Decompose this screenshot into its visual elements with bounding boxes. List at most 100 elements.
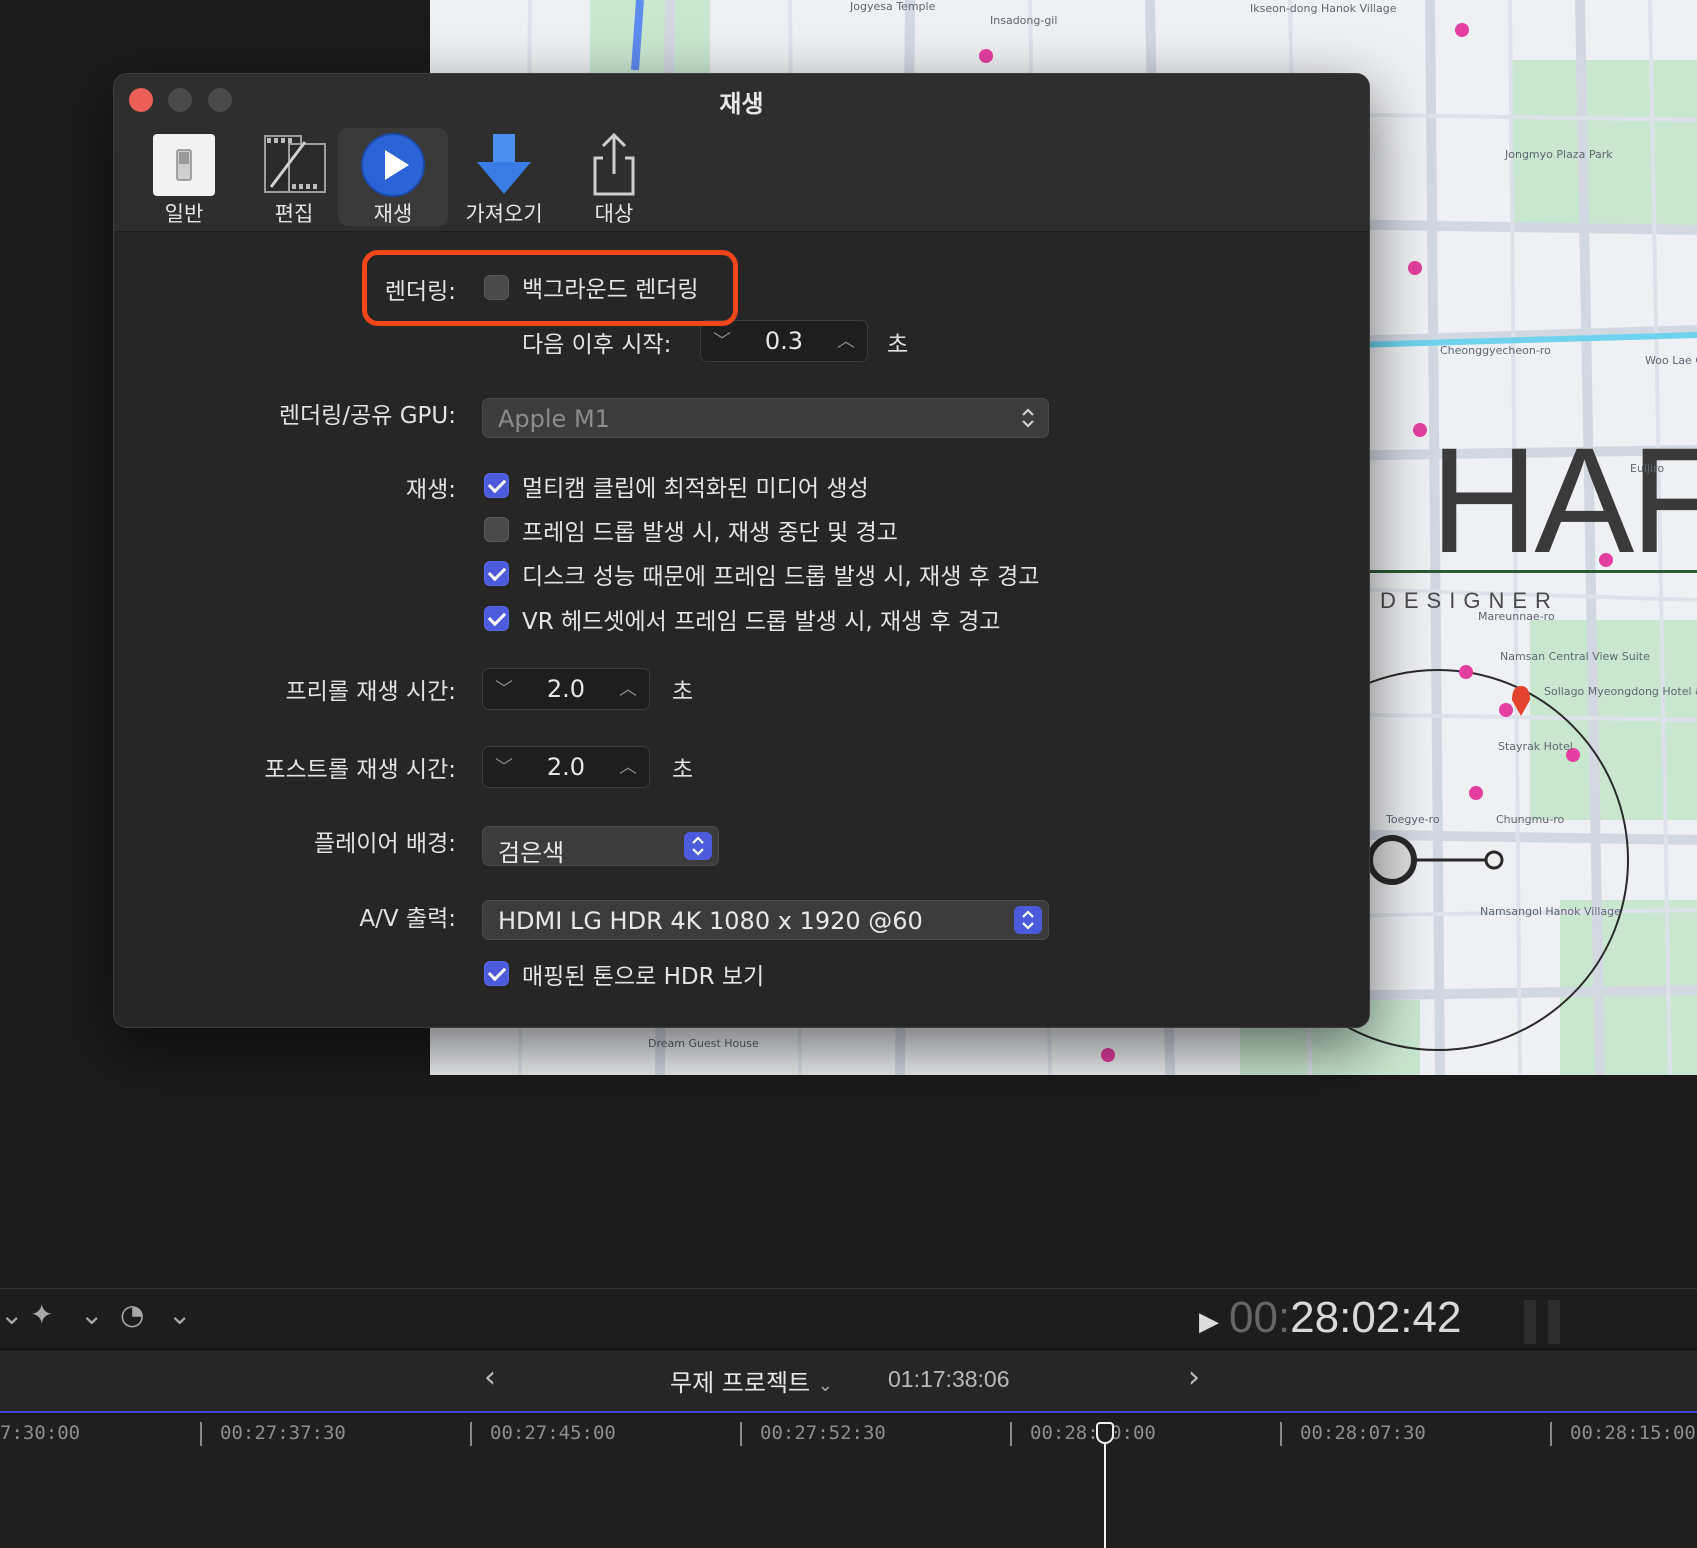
timeline-project-bar [0, 1349, 1697, 1413]
preroll-unit: 초 [672, 679, 694, 705]
stepper-up-icon[interactable]: ︿ [619, 753, 637, 779]
ruler-tick-label: 00:27:52:30 [760, 1422, 886, 1444]
map-label: Insadong-gil [990, 14, 1058, 27]
chevron-right-icon[interactable]: › [1188, 1360, 1200, 1395]
map-label: Woo Lae Oak [1645, 354, 1697, 367]
player-background-popup[interactable]: 검은색 [482, 826, 719, 867]
chevron-down-icon: ⌄ [817, 1375, 833, 1396]
start-after-stepper[interactable]: ﹀ 0.3 ︿ [700, 320, 868, 362]
map-label: Euljiro [1630, 462, 1665, 475]
ruler-tick-label: 00:28:00:00 [1030, 1422, 1156, 1444]
map-label: Jongmyo Plaza Park [1505, 148, 1613, 161]
viewer-timecode: 00:28:02:42 [1229, 1293, 1461, 1343]
chevron-down-icon[interactable]: ⌄ [80, 1298, 103, 1331]
window-title: 재생 [719, 90, 764, 118]
multicam-optimized-label: 멀티캠 클립에 최적화된 미디어 생성 [522, 476, 869, 502]
vr-drop-warn-label: VR 헤드셋에서 프레임 드롭 발생 시, 재생 후 경고 [522, 609, 1001, 635]
annotation-highlight [362, 250, 738, 326]
map-label: Chungmu-ro [1496, 813, 1565, 826]
preroll-stepper[interactable]: ﹀ 2.0 ︿ [482, 668, 650, 710]
chevron-left-icon[interactable]: ‹ [484, 1360, 496, 1395]
map-label: Sollago Myeongdong Hotel & Residence [1544, 685, 1697, 698]
preroll-label: 프리롤 재생 시간: [285, 679, 457, 705]
map-label: Namsangol Hanok Village [1480, 905, 1621, 918]
gpu-value: Apple M1 [498, 405, 610, 433]
postroll-unit: 초 [672, 757, 694, 783]
timecode-dim: 00: [1229, 1293, 1291, 1342]
map-label: Cheonggyecheon-ro [1440, 344, 1551, 357]
disk-drop-warn-label: 디스크 성능 때문에 프레임 드롭 발생 시, 재생 후 경고 [522, 564, 1040, 590]
tab-general[interactable]: 일반 [129, 128, 239, 226]
disk-drop-warn-checkbox[interactable] [484, 561, 509, 586]
map-label: Namsan Central View Suite [1500, 650, 1650, 663]
player-background-value: 검은색 [498, 839, 565, 867]
tab-general-label: 일반 [164, 202, 204, 226]
multicam-optimized-checkbox[interactable] [484, 473, 509, 498]
preferences-window: 재생 일반 편집 재생 가져오기 대상 렌더링: 백그라운드 렌더링 다음 이후… [113, 73, 1370, 1028]
map-label: Toegye-ro [1386, 813, 1440, 826]
project-name-text: 무제 프로젝트 [670, 1369, 811, 1397]
ruler-tick-label: 00:27:37:30 [220, 1422, 346, 1444]
ruler-major-tick [740, 1422, 742, 1446]
playback-label: 재생: [405, 477, 456, 503]
av-output-label: A/V 출력: [359, 906, 456, 932]
map-label: Mareunnae-ro [1478, 610, 1555, 623]
gpu-label: 렌더링/공유 GPU: [278, 403, 456, 429]
project-duration: 01:17:38:06 [888, 1366, 1010, 1392]
av-output-popup[interactable]: HDMI LG HDR 4K 1080 x 1920 @60 [482, 900, 1049, 940]
tab-playback-label: 재생 [373, 202, 413, 226]
preferences-toolbar: 재생 일반 편집 재생 가져오기 대상 [114, 74, 1369, 232]
hdr-tone-mapped-checkbox[interactable] [484, 961, 509, 986]
general-switch-icon [153, 134, 215, 196]
stop-on-drop-label: 프레임 드롭 발생 시, 재생 중단 및 경고 [522, 520, 898, 546]
ruler-major-tick [1280, 1422, 1282, 1446]
chevron-down-icon[interactable]: ⌄ [168, 1298, 191, 1331]
ruler-tick-label: 00:27:45:00 [490, 1422, 616, 1444]
ruler-major-tick [1010, 1422, 1012, 1446]
vr-drop-warn-checkbox[interactable] [484, 606, 509, 631]
download-arrow-icon [477, 134, 531, 194]
map-label: Dream Guest House [648, 1037, 759, 1050]
project-name[interactable]: 무제 프로젝트 ⌄ [670, 1363, 833, 1398]
ruler-major-tick [200, 1422, 202, 1446]
magic-wand-icon[interactable]: ✦ [30, 1298, 53, 1331]
share-icon [593, 132, 635, 196]
play-circle-icon [361, 133, 425, 197]
updown-chevron-icon [1014, 906, 1042, 934]
gpu-popup[interactable]: Apple M1 [482, 398, 1049, 438]
speed-gauge-icon[interactable]: ◔ [120, 1298, 144, 1331]
updown-chevron-icon [1014, 404, 1042, 432]
tab-import-label: 가져오기 [465, 202, 543, 226]
viewer-logo-text: HAF [1430, 416, 1697, 584]
playhead-handle[interactable] [1096, 1422, 1114, 1444]
audio-meter [1548, 1300, 1560, 1344]
postroll-label: 포스트롤 재생 시간: [264, 757, 456, 783]
tab-playback[interactable]: 재생 [338, 128, 448, 226]
ruler-major-tick [1550, 1422, 1552, 1446]
tab-editing-label: 편집 [274, 202, 314, 226]
chevron-down-icon[interactable]: ⌄ [0, 1298, 23, 1331]
ruler-tick-label: 00:28:07:30 [1300, 1422, 1426, 1444]
map-label: Ikseon-dong Hanok Village [1250, 2, 1397, 15]
map-label: Jogyesa Temple [850, 0, 936, 13]
timecode-main: 28:02:42 [1290, 1293, 1462, 1342]
start-after-label: 다음 이후 시작: [522, 332, 672, 358]
hdr-tone-mapped-label: 매핑된 톤으로 HDR 보기 [522, 964, 765, 990]
player-background-label: 플레이어 배경: [313, 831, 456, 857]
tab-import[interactable]: 가져오기 [449, 128, 559, 226]
stepper-up-icon[interactable]: ︿ [619, 675, 637, 701]
ruler-tick-label: 00:28:15:00 [1570, 1422, 1696, 1444]
av-output-value: HDMI LG HDR 4K 1080 x 1920 @60 [498, 907, 923, 935]
start-after-unit: 초 [887, 332, 909, 358]
stop-on-drop-checkbox[interactable] [484, 517, 509, 542]
tab-destinations-label: 대상 [594, 202, 634, 226]
ruler-major-tick [470, 1422, 472, 1446]
play-icon[interactable]: ▶ [1199, 1307, 1219, 1337]
ruler-tick-label: 7:30:00 [0, 1422, 81, 1444]
postroll-stepper[interactable]: ﹀ 2.0 ︿ [482, 746, 650, 788]
map-label: Stayrak Hotel [1498, 740, 1573, 753]
tab-editing[interactable]: 편집 [239, 128, 349, 226]
stepper-up-icon[interactable]: ︿ [837, 327, 855, 353]
tab-destinations[interactable]: 대상 [559, 128, 669, 226]
film-strip-icon [264, 135, 326, 193]
